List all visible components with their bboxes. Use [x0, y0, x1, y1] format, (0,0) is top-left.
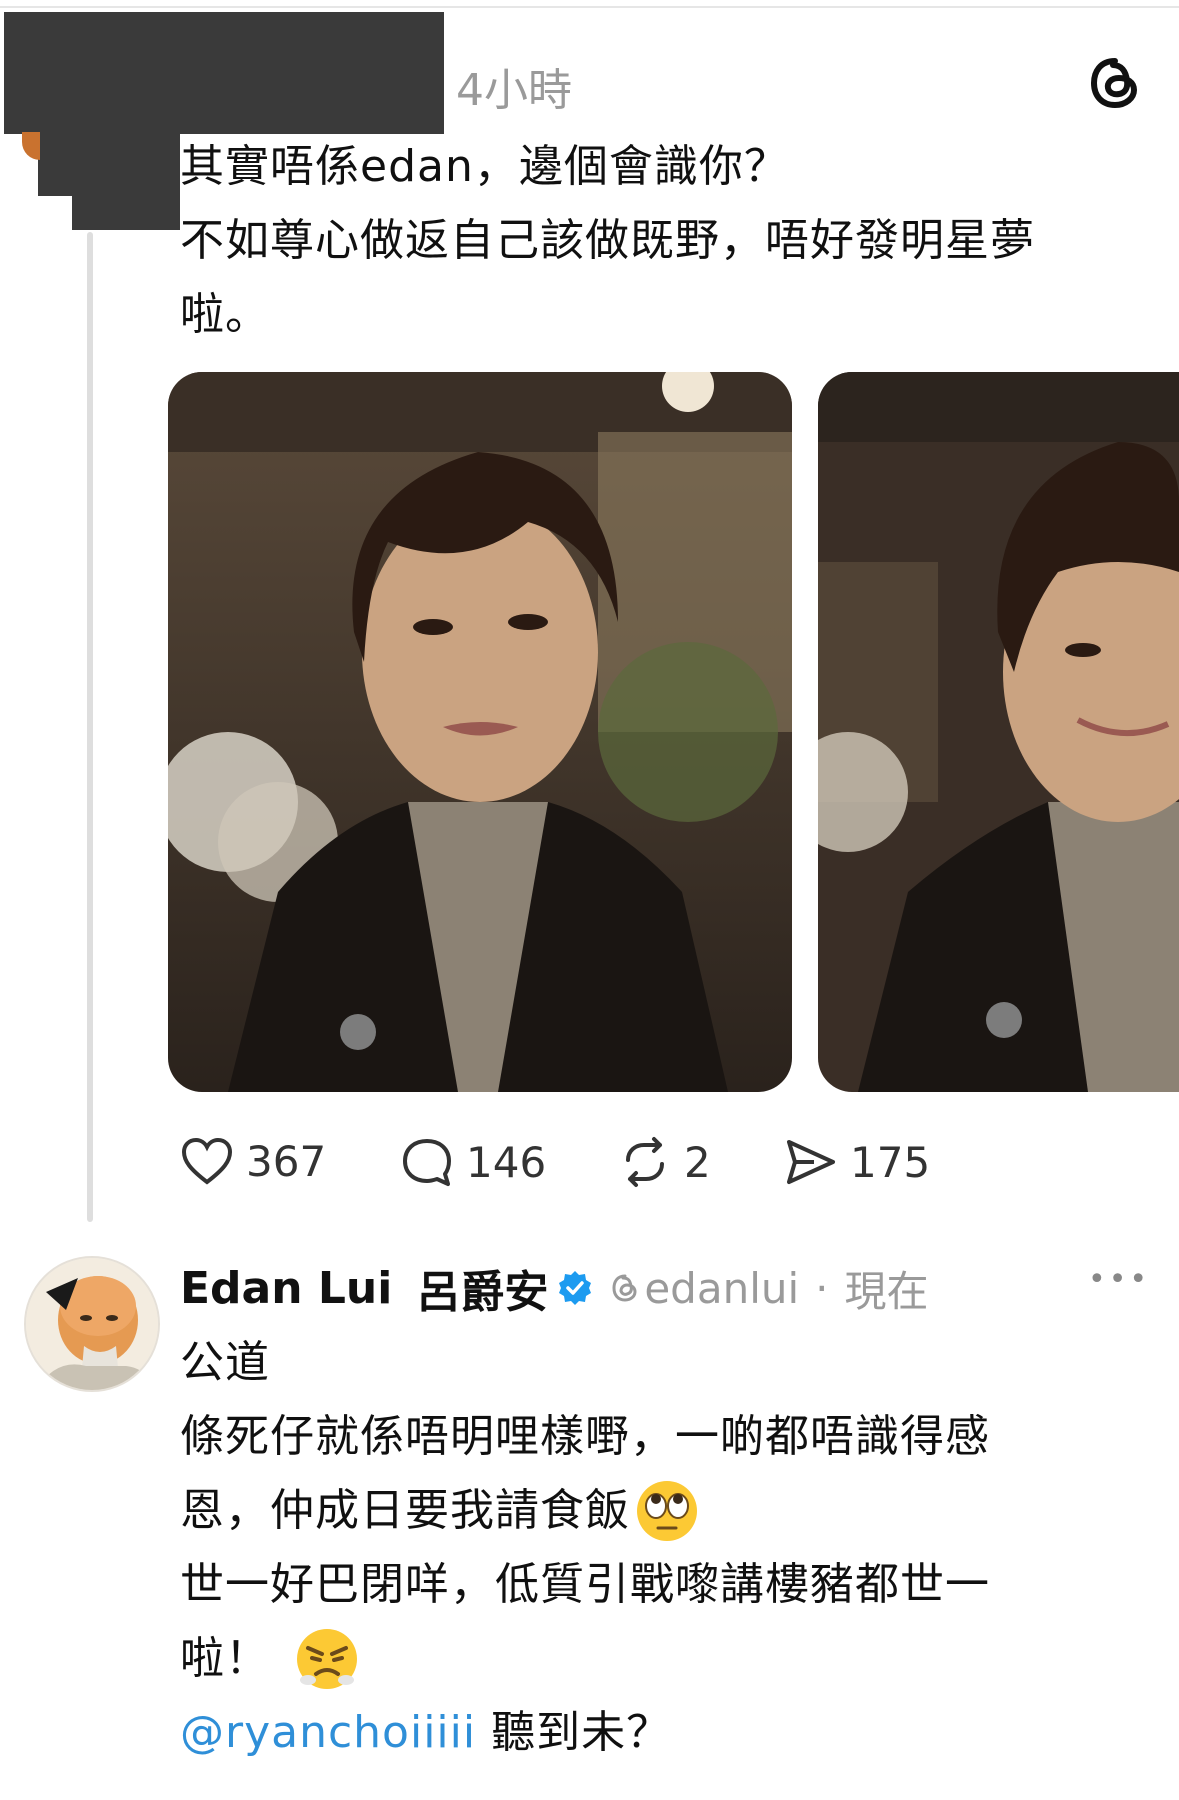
- like-action[interactable]: 367: [180, 1136, 326, 1186]
- reply-line-text: 啦！: [180, 1633, 270, 1684]
- redacted-username: [4, 12, 444, 134]
- reply-mention-line: @ryanchoiiiii 聽到未？: [180, 1696, 1140, 1770]
- post-line: 不如尊心做返自己該做既野，唔好發明星夢: [180, 215, 1035, 266]
- reply-action[interactable]: 146: [400, 1136, 546, 1188]
- reply-line: 恩，仲成日要我請食飯: [180, 1474, 1140, 1548]
- post-body: 其實唔係edan，邊個會識你？ 不如尊心做返自己該做既野，唔好發明星夢 啦。: [180, 130, 1160, 352]
- like-count: 367: [246, 1136, 327, 1186]
- share-action[interactable]: 175: [784, 1136, 930, 1188]
- repost-count: 2: [684, 1137, 711, 1187]
- heart-icon: [181, 1137, 233, 1185]
- top-divider: [0, 6, 1179, 8]
- avatar[interactable]: [24, 1256, 160, 1392]
- more-icon[interactable]: •••: [1088, 1262, 1150, 1297]
- share-count: 175: [850, 1137, 931, 1187]
- post-timestamp: 4小時: [456, 65, 572, 116]
- verified-badge-icon: [559, 1271, 592, 1305]
- reply-separator: ·: [815, 1263, 829, 1313]
- redacted-avatar-block: [38, 134, 180, 196]
- reply-display-name-cn[interactable]: 呂爵安: [416, 1256, 548, 1320]
- reply-line: 條死仔就係唔明哩樣嘢，一啲都唔識得感: [180, 1411, 990, 1462]
- reply-line: 公道: [180, 1337, 270, 1388]
- comment-icon: [403, 1139, 451, 1186]
- reply-line: 世一好巴閉咩，低質引戰嚟講樓豬都世一: [180, 1559, 990, 1610]
- threads-handle-icon: [612, 1274, 637, 1302]
- reply-header: Edan Lui 呂爵安 edanlui · 現在: [180, 1254, 929, 1322]
- reply-line: 啦！: [180, 1622, 1140, 1696]
- post-image-1[interactable]: [168, 372, 792, 1092]
- reply-handle[interactable]: edanlui: [644, 1264, 799, 1313]
- mention-suffix: 聽到未？: [476, 1707, 672, 1758]
- mention-link[interactable]: @ryanchoiiiii: [180, 1707, 476, 1758]
- avatar-edge: [22, 132, 40, 160]
- reply-body: 公道 條死仔就係唔明哩樣嘢，一啲都唔識得感 恩，仲成日要我請食飯 世一好巴閉咩，…: [180, 1326, 1140, 1770]
- post-line: 其實唔係edan，邊個會識你？: [180, 141, 789, 192]
- angry-emoji-icon: [297, 1629, 357, 1689]
- post-line: 啦。: [180, 289, 270, 340]
- send-icon: [787, 1140, 835, 1184]
- reply-count: 146: [466, 1137, 547, 1187]
- reply-time: 現在: [844, 1266, 929, 1316]
- repost-action[interactable]: 2: [618, 1136, 711, 1188]
- threads-logo-icon[interactable]: [1088, 56, 1142, 110]
- repost-icon: [626, 1137, 664, 1187]
- reply-line-text: 恩，仲成日要我請食飯: [180, 1485, 630, 1536]
- redacted-avatar-block-lower: [72, 192, 180, 230]
- post-image-2[interactable]: [818, 372, 1179, 1092]
- reply-display-name[interactable]: Edan Lui: [180, 1263, 392, 1314]
- eye-roll-emoji-icon: [637, 1481, 697, 1541]
- thread-line: [87, 232, 93, 1222]
